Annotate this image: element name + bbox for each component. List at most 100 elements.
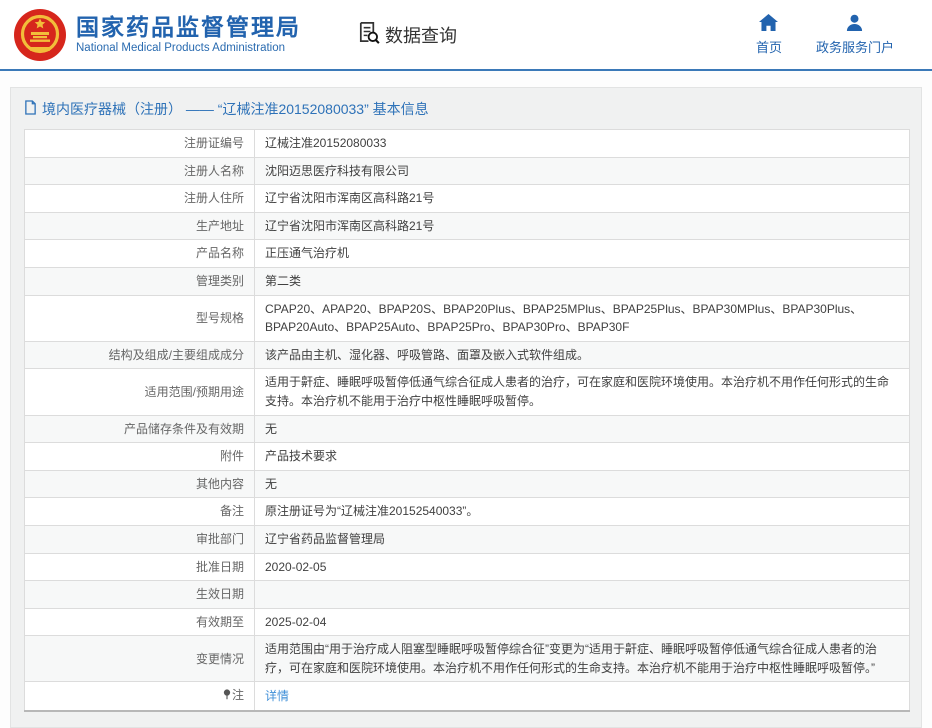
row-value: 适用于鼾症、睡眠呼吸暂停低通气综合征成人患者的治疗，可在家庭和医院环境使用。本治… — [255, 369, 910, 415]
table-row: 备注 原注册证号为“辽械注准20152540033”。 — [25, 498, 910, 526]
row-label-text: 审批部门 — [196, 532, 244, 546]
row-value-text: 产品技术要求 — [265, 449, 337, 463]
row-value-text: 2025-02-04 — [265, 615, 326, 629]
table-row: 管理类别 第二类 — [25, 267, 910, 295]
table-row: 适用范围/预期用途适用于鼾症、睡眠呼吸暂停低通气综合征成人患者的治疗，可在家庭和… — [25, 369, 910, 415]
row-value: 正压通气治疗机 — [255, 240, 910, 268]
gov-portal-link-label: 政务服务门户 — [816, 37, 894, 56]
row-value: 2025-02-04 — [255, 608, 910, 636]
table-row: 型号规格 CPAP20、APAP20、BPAP20S、BPAP20Plus、BPA… — [25, 295, 910, 341]
site-subtitle: National Medical Products Administration — [76, 42, 301, 54]
row-value: 原注册证号为“辽械注准20152540033”。 — [255, 498, 910, 526]
data-query-label: 数据查询 — [385, 22, 457, 48]
table-row: 生效日期 — [25, 581, 910, 609]
gov-portal-link[interactable]: 政务服务门户 — [816, 13, 894, 56]
row-label-text: 有效期至 — [196, 615, 244, 629]
row-value: 适用范围由“用于治疗成人阻塞型睡眠呼吸暂停综合征”变更为“适用于鼾症、睡眠呼吸暂… — [255, 636, 910, 682]
registration-info-table: 注册证编号辽械注准20152080033注册人名称沈阳迈思医疗科技有限公司注册人… — [24, 129, 910, 712]
row-label-text: 附件 — [220, 449, 244, 463]
row-label-text: 备注 — [220, 504, 244, 518]
table-row: 结构及组成/主要组成成分该产品由主机、湿化器、呼吸管路、面罩及嵌入式软件组成。 — [25, 341, 910, 369]
table-row: 注册人名称 沈阳迈思医疗科技有限公司 — [25, 157, 910, 185]
row-value: 沈阳迈思医疗科技有限公司 — [255, 157, 910, 185]
user-icon — [844, 13, 865, 33]
table-row: 附件 产品技术要求 — [25, 443, 910, 471]
brand-text: 国家药品监督管理局 National Medical Products Admi… — [76, 15, 301, 54]
row-value: 该产品由主机、湿化器、呼吸管路、面罩及嵌入式软件组成。 — [255, 341, 910, 369]
content-panel: 境内医疗器械（注册） —— “辽械注准20152080033” 基本信息 注册证… — [10, 87, 922, 728]
row-label-text: 注册人名称 — [184, 164, 244, 178]
row-label: 生产地址 — [25, 212, 255, 240]
row-label-text: 生效日期 — [196, 587, 244, 601]
table-row: 有效期至 2025-02-04 — [25, 608, 910, 636]
row-value-text: 第二类 — [265, 274, 301, 288]
top-links: 首页 政务服务门户 — [756, 13, 894, 56]
table-row: 其他内容 无 — [25, 470, 910, 498]
row-label: 审批部门 — [25, 525, 255, 553]
table-row: 注册证编号 辽械注准20152080033 — [25, 130, 910, 158]
document-search-icon — [356, 20, 381, 50]
row-value: 产品技术要求 — [255, 443, 910, 471]
document-icon — [24, 100, 37, 118]
row-label: 产品名称 — [25, 240, 255, 268]
row-value-text: 适用于鼾症、睡眠呼吸暂停低通气综合征成人患者的治疗，可在家庭和医院环境使用。本治… — [265, 375, 889, 408]
row-label: 变更情况 — [25, 636, 255, 682]
row-label: 生效日期 — [25, 581, 255, 609]
row-value: 2020-02-05 — [255, 553, 910, 581]
row-label-text: 变更情况 — [196, 652, 244, 666]
row-label: 批准日期 — [25, 553, 255, 581]
table-row: 产品储存条件及有效期无 — [25, 415, 910, 443]
table-row: 变更情况适用范围由“用于治疗成人阻塞型睡眠呼吸暂停综合征”变更为“适用于鼾症、睡… — [25, 636, 910, 682]
home-link[interactable]: 首页 — [756, 13, 782, 56]
home-icon — [758, 13, 779, 33]
row-value: 辽宁省沈阳市浑南区高科路21号 — [255, 185, 910, 213]
details-link[interactable]: 详情 — [265, 689, 289, 703]
row-value: 辽宁省药品监督管理局 — [255, 525, 910, 553]
row-label: 适用范围/预期用途 — [25, 369, 255, 415]
site-brand: 国家药品监督管理局 National Medical Products Admi… — [14, 9, 301, 61]
row-value: 第二类 — [255, 267, 910, 295]
row-label-text: 注 — [232, 688, 244, 702]
page-header: 国家药品监督管理局 National Medical Products Admi… — [0, 0, 932, 71]
row-value-text: 辽宁省沈阳市浑南区高科路21号 — [265, 191, 434, 205]
row-value: CPAP20、APAP20、BPAP20S、BPAP20Plus、BPAP25M… — [255, 295, 910, 341]
table-row: 审批部门辽宁省药品监督管理局 — [25, 525, 910, 553]
row-value: 辽宁省沈阳市浑南区高科路21号 — [255, 212, 910, 240]
row-label: 注册人名称 — [25, 157, 255, 185]
row-value — [255, 581, 910, 609]
table-row: 产品名称 正压通气治疗机 — [25, 240, 910, 268]
breadcrumb-text: 境内医疗器械（注册） —— “辽械注准20152080033” 基本信息 — [42, 99, 429, 119]
row-label-text: 管理类别 — [196, 274, 244, 288]
row-label-text: 产品名称 — [196, 246, 244, 260]
row-label: 管理类别 — [25, 267, 255, 295]
row-value-text: 正压通气治疗机 — [265, 246, 349, 260]
row-value: 辽械注准20152080033 — [255, 130, 910, 158]
row-label: 结构及组成/主要组成成分 — [25, 341, 255, 369]
row-label-text: 注册人住所 — [184, 191, 244, 205]
row-label-text: 注册证编号 — [184, 136, 244, 150]
row-value: 无 — [255, 415, 910, 443]
row-value-text: 无 — [265, 477, 277, 491]
pin-icon — [223, 687, 231, 706]
row-value-text: CPAP20、APAP20、BPAP20S、BPAP20Plus、BPAP25M… — [265, 302, 862, 335]
table-row: 生产地址 辽宁省沈阳市浑南区高科路21号 — [25, 212, 910, 240]
info-table-body: 注册证编号辽械注准20152080033注册人名称沈阳迈思医疗科技有限公司注册人… — [25, 130, 910, 712]
row-value-text: 辽械注准20152080033 — [265, 136, 386, 150]
national-emblem-icon — [14, 9, 66, 61]
row-value: 无 — [255, 470, 910, 498]
row-label-text: 其他内容 — [196, 477, 244, 491]
row-value-text: 原注册证号为“辽械注准20152540033”。 — [265, 504, 478, 518]
row-label: 注册证编号 — [25, 130, 255, 158]
row-label-text: 结构及组成/主要组成成分 — [109, 348, 244, 362]
row-value-text: 辽宁省沈阳市浑南区高科路21号 — [265, 219, 434, 233]
row-label-text: 生产地址 — [196, 219, 244, 233]
table-row: 批准日期 2020-02-05 — [25, 553, 910, 581]
data-query-nav[interactable]: 数据查询 — [356, 20, 457, 50]
table-row: 注册人住所 辽宁省沈阳市浑南区高科路21号 — [25, 185, 910, 213]
row-value-text: 沈阳迈思医疗科技有限公司 — [265, 164, 409, 178]
row-label: 有效期至 — [25, 608, 255, 636]
row-label: 型号规格 — [25, 295, 255, 341]
site-title: 国家药品监督管理局 — [76, 15, 301, 40]
row-label: 产品储存条件及有效期 — [25, 415, 255, 443]
row-value-text: 2020-02-05 — [265, 560, 326, 574]
